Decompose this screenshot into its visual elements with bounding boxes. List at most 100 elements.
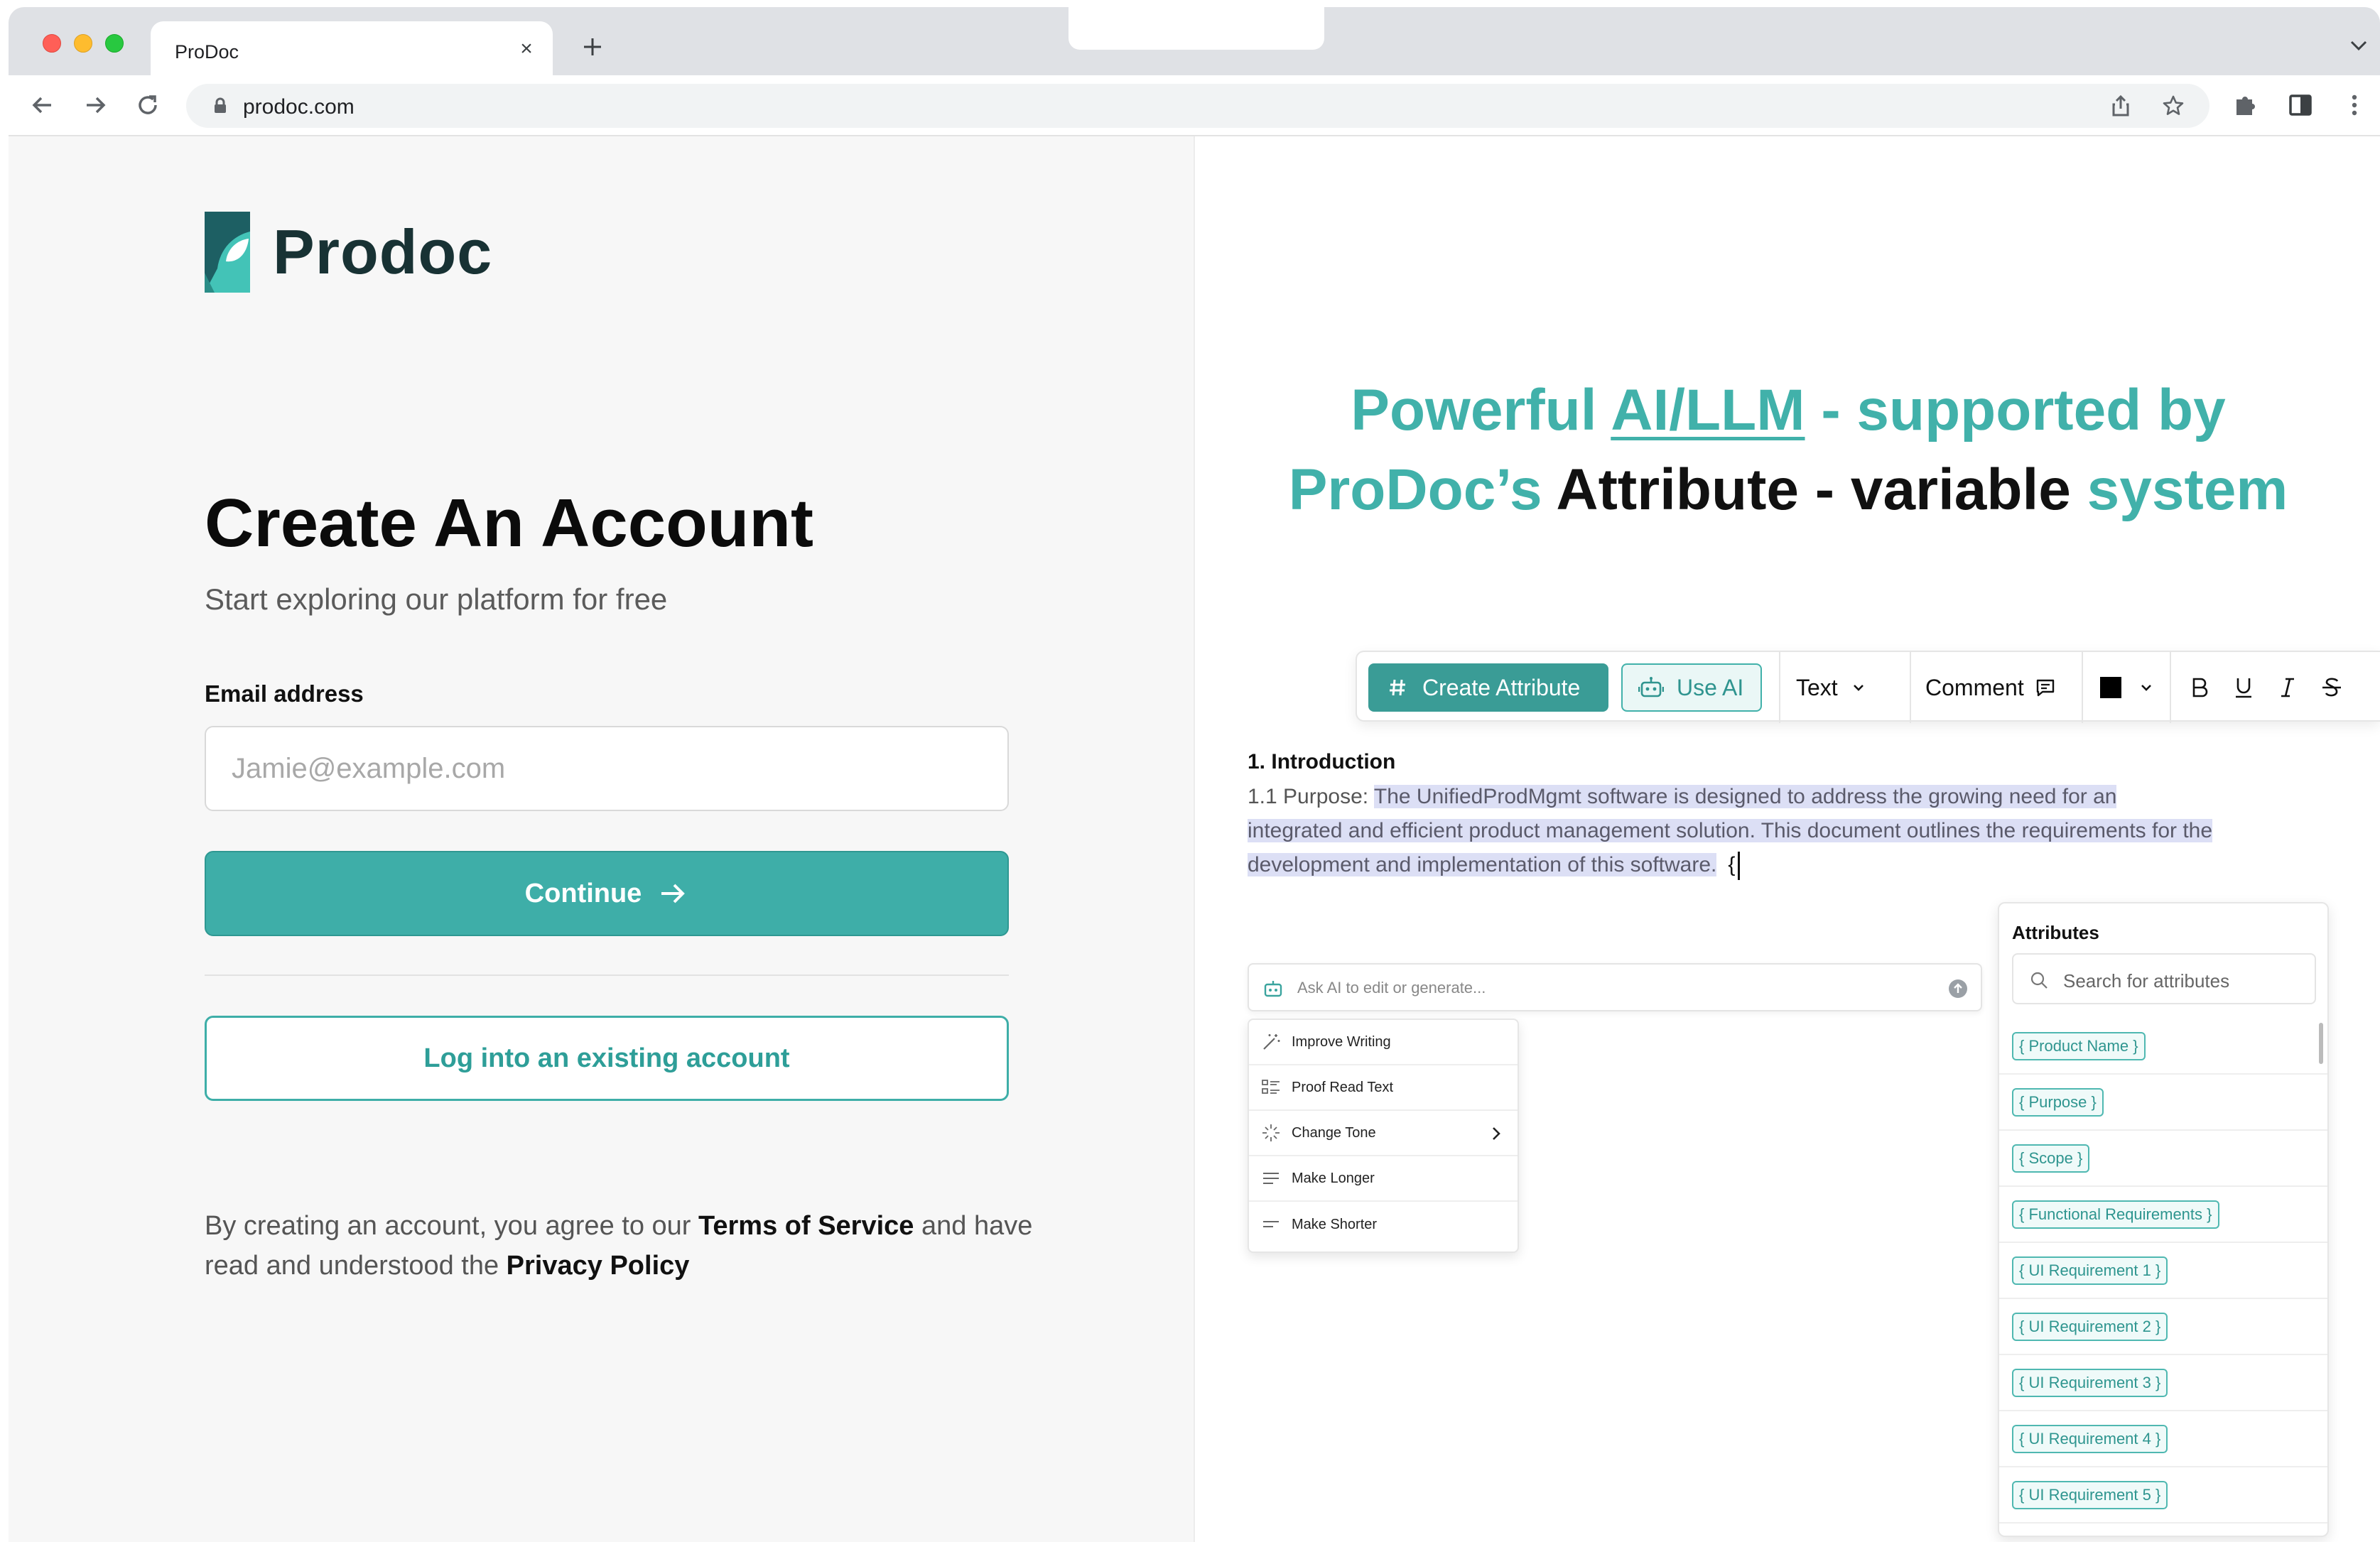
extensions-puzzle-icon[interactable] xyxy=(2231,89,2262,121)
side-panel-icon[interactable] xyxy=(2285,89,2316,121)
attribute-chip[interactable]: { Purpose } xyxy=(2012,1087,2104,1117)
reload-icon[interactable] xyxy=(132,89,163,121)
menu-item-make-shorter[interactable]: Make Shorter xyxy=(1249,1202,1518,1247)
chevron-down-icon xyxy=(2141,685,2151,691)
text-color-picker[interactable] xyxy=(2100,670,2157,705)
page-subtitle: Start exploring our platform for free xyxy=(205,582,668,616)
divider xyxy=(205,974,1009,976)
continue-button[interactable]: Continue xyxy=(205,851,1009,936)
attribute-list-scrollbar[interactable] xyxy=(2319,1023,2323,1064)
back-arrow-icon[interactable] xyxy=(27,89,58,121)
send-up-arrow-icon[interactable] xyxy=(1948,979,1968,999)
menu-item-proof-read[interactable]: Proof Read Text xyxy=(1249,1065,1518,1111)
doc-paragraph[interactable]: 1.1 Purpose: The UnifiedProdMgmt softwar… xyxy=(1248,780,2214,882)
italic-icon[interactable] xyxy=(2273,673,2302,702)
tab-strip: ProDoc × xyxy=(9,7,2380,77)
terms-of-service-link[interactable]: Terms of Service xyxy=(698,1211,914,1241)
text-lines-long-icon xyxy=(1263,1173,1279,1184)
checklist-icon xyxy=(1262,1080,1280,1094)
login-label: Log into an existing account xyxy=(423,1043,790,1073)
maximize-window-button[interactable] xyxy=(105,34,124,53)
toolbar-separator xyxy=(2082,652,2083,723)
doc-paragraph-prefix: 1.1 Purpose: xyxy=(1248,785,1374,808)
share-icon[interactable] xyxy=(2109,94,2133,118)
forward-arrow-icon[interactable] xyxy=(80,89,111,121)
create-attribute-label: Create Attribute xyxy=(1422,674,1581,700)
list-item[interactable]: { UI Requirement 2 } xyxy=(1999,1299,2327,1355)
comment-label: Comment xyxy=(1925,674,2024,700)
logo-mark-icon xyxy=(205,212,250,293)
minimize-window-button[interactable] xyxy=(74,34,92,53)
legal-text-1: By creating an account, you agree to our xyxy=(205,1211,698,1241)
color-swatch xyxy=(2100,677,2121,698)
headline-text-1: Powerful xyxy=(1351,378,1611,442)
menu-item-label: Proof Read Text xyxy=(1292,1079,1394,1095)
list-item[interactable]: { Functional Requirements } xyxy=(1999,1187,2327,1243)
browser-window: ProDoc × prodoc.com xyxy=(9,7,2380,136)
attribute-chip[interactable]: { Scope } xyxy=(2012,1144,2090,1173)
lock-icon[interactable] xyxy=(210,96,230,116)
attribute-chip[interactable]: { UI Requirement 5 } xyxy=(2012,1480,2168,1509)
email-field[interactable] xyxy=(205,726,1009,811)
privacy-policy-link[interactable]: Privacy Policy xyxy=(507,1251,690,1281)
menu-item-label: Make Shorter xyxy=(1292,1216,1378,1232)
menu-item-label: Make Longer xyxy=(1292,1170,1375,1186)
use-ai-button[interactable]: Use AI xyxy=(1621,663,1762,712)
list-item[interactable]: { UI Requirement 3 } xyxy=(1999,1355,2327,1411)
attribute-chip[interactable]: { Product Name } xyxy=(2012,1031,2146,1060)
attribute-search-placeholder: Search for attributes xyxy=(2063,970,2230,992)
attribute-trigger-brace: { xyxy=(1728,853,1736,876)
attribute-chip[interactable]: { UI Requirement 3 } xyxy=(2012,1368,2168,1397)
list-item[interactable]: { Product Name } xyxy=(1999,1019,2327,1075)
tab-search-chevron-icon[interactable] xyxy=(2346,33,2371,58)
headline-text-4: Attribute - variable xyxy=(1556,457,2087,522)
list-item[interactable]: { Scope } xyxy=(1999,1131,2327,1187)
camera-notch xyxy=(1069,7,1324,50)
feature-showcase-panel: Powerful AI/LLM - supported by ProDoc’s … xyxy=(1196,136,2380,1542)
address-bar[interactable]: prodoc.com xyxy=(186,84,2209,128)
close-window-button[interactable] xyxy=(43,34,61,53)
list-item[interactable]: { UI Requirement 5 } xyxy=(1999,1467,2327,1524)
attribute-list: { Product Name } { Purpose } { Scope } {… xyxy=(1999,1019,2327,1524)
headline-text-5: system xyxy=(2087,457,2288,522)
comment-button[interactable]: Comment xyxy=(1925,669,2057,706)
attribute-chip[interactable]: { UI Requirement 2 } xyxy=(2012,1312,2168,1341)
attribute-chip[interactable]: { UI Requirement 4 } xyxy=(2012,1424,2168,1453)
loader-spark-icon xyxy=(1262,1124,1280,1141)
robot-icon xyxy=(1264,981,1282,997)
toolbar-separator xyxy=(2170,652,2171,723)
text-style-dropdown[interactable]: Text xyxy=(1796,669,1869,706)
attribute-chip[interactable]: { UI Requirement 1 } xyxy=(2012,1256,2168,1285)
magic-wand-icon xyxy=(1263,1034,1280,1050)
ai-prompt-input[interactable]: Ask AI to edit or generate... xyxy=(1248,963,1982,1011)
attribute-search-input[interactable]: Search for attributes xyxy=(2012,953,2316,1004)
login-existing-account-button[interactable]: Log into an existing account xyxy=(205,1016,1009,1101)
new-tab-icon[interactable] xyxy=(578,33,607,61)
hash-icon xyxy=(1390,679,1405,696)
more-menu-icon[interactable] xyxy=(2339,89,2370,121)
chevron-right-icon xyxy=(1493,1127,1500,1140)
menu-item-label: Improve Writing xyxy=(1292,1033,1391,1050)
chevron-down-icon xyxy=(1853,685,1864,691)
underline-icon[interactable] xyxy=(2229,673,2258,702)
bookmark-star-icon[interactable] xyxy=(2161,94,2185,118)
list-item[interactable]: { Purpose } xyxy=(1999,1075,2327,1131)
menu-item-improve-writing[interactable]: Improve Writing xyxy=(1249,1020,1518,1065)
tab-close-icon[interactable]: × xyxy=(514,37,539,61)
attribute-chip[interactable]: { Functional Requirements } xyxy=(2012,1200,2219,1229)
menu-item-label: Change Tone xyxy=(1292,1124,1376,1141)
list-item[interactable]: { UI Requirement 4 } xyxy=(1999,1411,2327,1467)
strikethrough-icon[interactable] xyxy=(2317,673,2346,702)
bold-icon[interactable] xyxy=(2185,673,2214,702)
comment-icon xyxy=(2036,679,2054,697)
logo-text: Prodoc xyxy=(273,217,493,287)
create-attribute-button[interactable]: Create Attribute xyxy=(1368,663,1608,712)
url-text[interactable]: prodoc.com xyxy=(243,95,355,119)
menu-item-change-tone[interactable]: Change Tone xyxy=(1249,1111,1518,1156)
menu-item-make-longer[interactable]: Make Longer xyxy=(1249,1156,1518,1202)
tab-title: ProDoc xyxy=(175,41,239,63)
list-item[interactable]: { UI Requirement 1 } xyxy=(1999,1243,2327,1299)
toolbar-separator xyxy=(1779,652,1780,723)
browser-tab[interactable]: ProDoc × xyxy=(151,21,553,77)
search-icon xyxy=(2030,972,2048,989)
